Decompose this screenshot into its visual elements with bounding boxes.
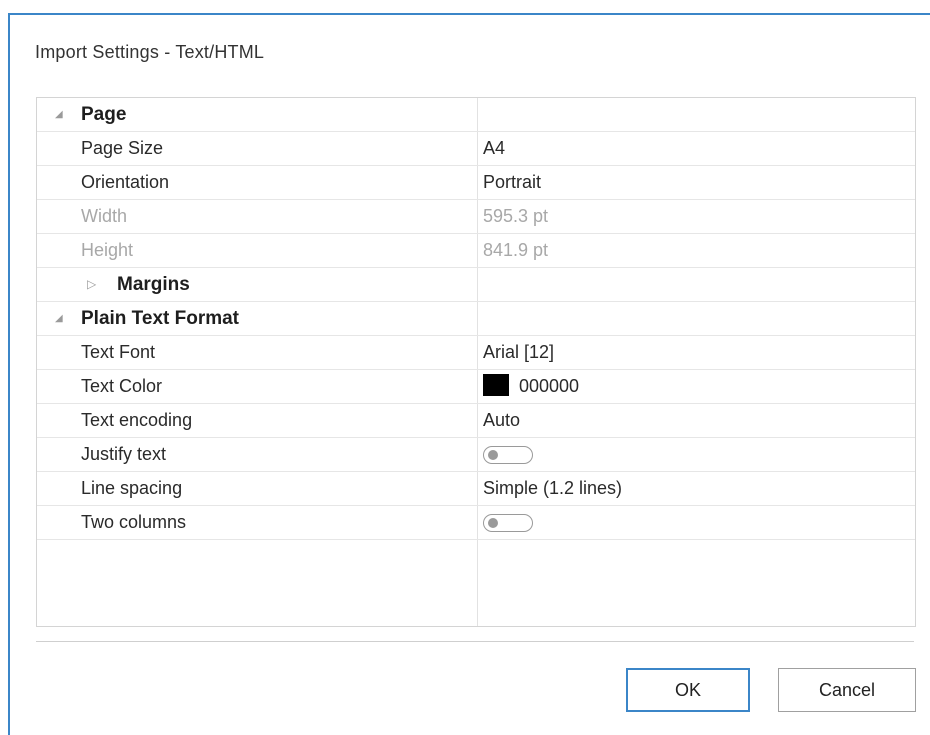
- collapse-caret-icon[interactable]: ◢: [55, 302, 63, 335]
- property-name: Width: [81, 206, 128, 226]
- property-value[interactable]: A4: [483, 132, 505, 165]
- property-grid[interactable]: ◢ Page Page Size A4 Orientation Portrait…: [36, 97, 916, 627]
- property-row-text-encoding[interactable]: Text encoding Auto: [37, 404, 915, 438]
- property-value[interactable]: Portrait: [483, 166, 541, 199]
- category-plain-text-label: Plain Text Format: [81, 308, 240, 329]
- category-page[interactable]: ◢ Page: [37, 98, 915, 132]
- footer-divider: [36, 641, 914, 642]
- text-color-value[interactable]: 000000: [483, 370, 579, 403]
- property-name: Text encoding: [81, 410, 193, 430]
- property-name: Line spacing: [81, 478, 183, 498]
- category-page-label: Page: [81, 104, 127, 125]
- property-row-justify-text[interactable]: Justify text: [37, 438, 915, 472]
- ok-button[interactable]: OK: [626, 668, 750, 712]
- window-border-top: [8, 13, 930, 15]
- collapse-caret-icon[interactable]: ◢: [55, 98, 63, 131]
- import-settings-dialog: Import Settings - Text/HTML ◢ Page Page …: [0, 0, 930, 735]
- property-row-page-size[interactable]: Page Size A4: [37, 132, 915, 166]
- property-value: 595.3 pt: [483, 206, 549, 226]
- toggle-knob: [488, 450, 498, 460]
- property-value[interactable]: Auto: [483, 404, 520, 437]
- property-name: Page Size: [81, 138, 164, 158]
- property-name: Orientation: [81, 172, 170, 192]
- property-row-text-font[interactable]: Text Font Arial [12]: [37, 336, 915, 370]
- text-color-hex: 000000: [519, 376, 580, 396]
- property-name: Two columns: [81, 512, 187, 532]
- property-name: Text Font: [81, 342, 156, 362]
- property-value[interactable]: Arial [12]: [483, 336, 554, 369]
- property-name: Justify text: [81, 444, 167, 464]
- color-swatch[interactable]: [483, 374, 509, 397]
- property-name: Text Color: [81, 376, 163, 396]
- property-row-orientation[interactable]: Orientation Portrait: [37, 166, 915, 200]
- cancel-button[interactable]: Cancel: [778, 668, 916, 712]
- property-name: Height: [81, 240, 134, 260]
- property-row-line-spacing[interactable]: Line spacing Simple (1.2 lines): [37, 472, 915, 506]
- category-margins-label: Margins: [117, 274, 190, 295]
- category-plain-text-format[interactable]: ◢ Plain Text Format: [37, 302, 915, 336]
- category-margins[interactable]: ▷ Margins: [37, 268, 915, 302]
- justify-text-toggle[interactable]: [483, 446, 533, 464]
- dialog-title: Import Settings - Text/HTML: [35, 42, 265, 62]
- property-row-text-color[interactable]: Text Color 000000: [37, 370, 915, 404]
- expand-caret-icon[interactable]: ▷: [87, 268, 96, 301]
- property-row-two-columns[interactable]: Two columns: [37, 506, 915, 540]
- two-columns-toggle[interactable]: [483, 514, 533, 532]
- window-border-left: [8, 13, 10, 735]
- property-row-height: Height 841.9 pt: [37, 234, 915, 268]
- property-row-width: Width 595.3 pt: [37, 200, 915, 234]
- property-value[interactable]: Simple (1.2 lines): [483, 472, 622, 505]
- toggle-knob: [488, 518, 498, 528]
- property-value: 841.9 pt: [483, 240, 549, 260]
